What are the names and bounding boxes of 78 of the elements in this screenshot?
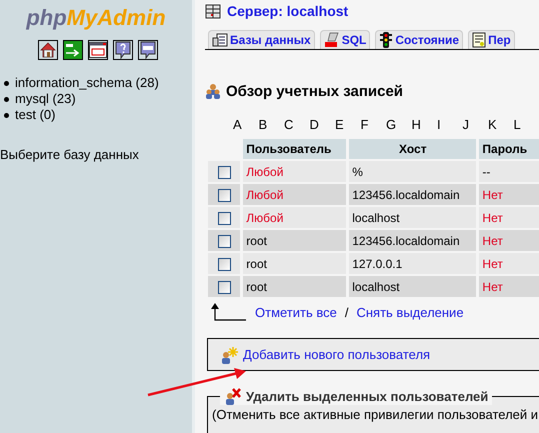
letter-link[interactable]: F (360, 117, 386, 133)
table-cell: % (349, 161, 476, 182)
tab[interactable]: Состояние (375, 30, 464, 49)
query-window-button[interactable] (138, 40, 158, 60)
table-cell: localhost (349, 207, 476, 228)
letter-link[interactable]: E (335, 117, 360, 133)
table-cell: Любой (243, 207, 346, 228)
letter-link[interactable]: C (284, 117, 310, 133)
table-cell: Нет (479, 230, 539, 251)
table-cell: 123456.localdomain (349, 230, 476, 251)
sql-icon (324, 32, 340, 48)
table-cell: Любой (243, 161, 346, 182)
database-link[interactable]: mysql (23) (15, 91, 76, 107)
letter-link[interactable]: H (412, 117, 437, 133)
letter-link[interactable]: B (258, 117, 284, 133)
database-link[interactable]: information_schema (28) (15, 75, 159, 91)
check-all-link[interactable]: Отметить все (255, 304, 337, 320)
table-cell: root (243, 253, 346, 274)
row-checkbox[interactable] (218, 166, 231, 179)
bullet-icon (4, 112, 9, 118)
table-cell: Нет (479, 207, 539, 228)
sql-window-icon (89, 42, 107, 58)
letter-link[interactable]: K (488, 117, 514, 133)
table-cell: root (243, 276, 346, 297)
row-checkbox[interactable] (218, 212, 231, 225)
table-cell: 127.0.0.1 (349, 253, 476, 274)
traffic-light-icon (379, 32, 394, 48)
row-checkbox[interactable] (218, 188, 231, 202)
column-header: Пароль (479, 139, 539, 159)
uncheck-all-link[interactable]: Снять выделение (356, 304, 464, 320)
hint-text: Выберите базу данных (0, 147, 140, 162)
database-icon (212, 33, 228, 47)
home-button[interactable] (38, 40, 58, 60)
notepad-icon (472, 32, 486, 48)
table-cell: Нет (479, 184, 539, 205)
tab[interactable]: SQL (320, 30, 370, 49)
letter-link[interactable]: J (462, 117, 488, 133)
database-link[interactable]: test (0) (15, 107, 56, 123)
exit-button[interactable] (63, 40, 83, 60)
query-window-icon (140, 41, 156, 59)
page-heading: Обзор учетных записей (226, 82, 404, 100)
row-checkbox[interactable] (218, 258, 231, 271)
tab[interactable]: Базы данных (208, 30, 315, 49)
server-link[interactable]: Сервер: localhost (227, 3, 348, 19)
help-icon (115, 41, 131, 59)
row-checkbox[interactable] (218, 280, 231, 294)
column-header: Пользователь (243, 139, 346, 159)
exit-icon (64, 41, 82, 59)
logo-text: php (26, 5, 67, 31)
bullet-icon (4, 80, 9, 86)
letter-link[interactable]: L (514, 117, 539, 133)
users-icon (205, 83, 221, 99)
panel-note: (Отменить все активные привилегии пользователей и (212, 407, 538, 422)
return-arrow-icon (211, 303, 247, 321)
letter-link[interactable]: I (437, 117, 462, 133)
table-cell: 123456.localdomain (349, 184, 476, 205)
panel-legend: Удалить выделенных пользователей (246, 388, 488, 404)
table-cell: root (243, 230, 346, 251)
column-header: Хост (349, 139, 476, 159)
separator-text: / (344, 304, 348, 320)
delete-user-icon (224, 387, 242, 405)
server-icon (205, 4, 221, 18)
letter-link[interactable]: G (386, 117, 412, 133)
table-cell: -- (479, 161, 539, 182)
home-icon (40, 42, 56, 58)
row-checkbox[interactable] (218, 234, 231, 248)
logo-text: MyAdmin (66, 5, 166, 31)
tab[interactable]: Пер (468, 30, 515, 49)
help-button[interactable] (113, 40, 133, 60)
add-user-icon (220, 346, 238, 364)
bullet-icon (4, 96, 9, 102)
table-cell: localhost (349, 276, 476, 297)
table-cell: Нет (479, 253, 539, 274)
table-cell: Любой (243, 184, 346, 205)
letter-link[interactable]: D (310, 117, 335, 133)
sql-button[interactable] (88, 40, 108, 60)
table-cell: Нет (479, 276, 539, 297)
letter-link[interactable]: A (233, 117, 258, 133)
